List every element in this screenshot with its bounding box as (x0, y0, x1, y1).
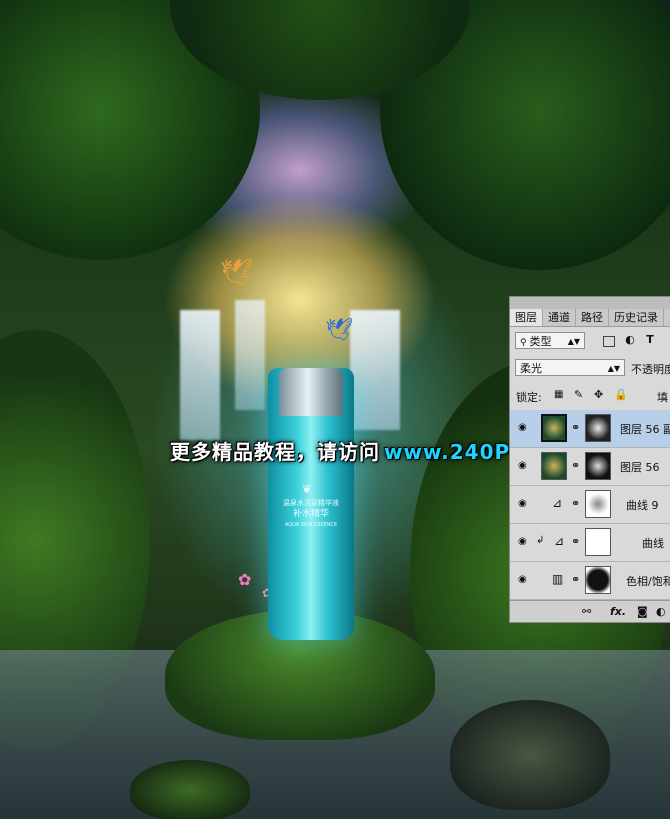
tab-channels[interactable]: 通道 (543, 309, 576, 326)
hue-saturation-adjustment-icon: ▥ (552, 572, 564, 586)
waterfall-left (180, 310, 220, 440)
layer-mask-thumbnail (585, 566, 611, 594)
layer-name[interactable]: 曲线 (642, 535, 664, 551)
bottle-label-line3: AQUA SKIN ESSENCE (284, 522, 338, 528)
parrot-bird: 🕊 (220, 258, 254, 288)
lock-transparent-icon[interactable]: ▦ (554, 389, 563, 400)
chevron-down-icon: ▲▼ (567, 337, 580, 346)
blend-mode-select[interactable]: 柔光 ▲▼ (515, 359, 625, 376)
bottle-label: 温泉水活泉精华液 补水精华 AQUA SKIN ESSENCE (270, 498, 352, 531)
butterfly-logo-icon: ❦ (302, 482, 313, 496)
layer-thumbnail (541, 452, 567, 480)
lock-label: 锁定: (516, 391, 542, 404)
curves-adjustment-icon: ⊿ (552, 496, 563, 510)
lock-move-icon[interactable]: ✥ (594, 388, 603, 401)
layer-name[interactable]: 曲线 9 (626, 497, 659, 513)
eye-icon[interactable]: ◉ (518, 536, 527, 547)
layer-row[interactable]: ◉ ⊿ ⚭ 曲线 9 (510, 486, 670, 524)
lotus-flower: ✿ (238, 570, 252, 589)
layer-name[interactable]: 图层 56 副本 (620, 421, 670, 437)
blend-mode-value: 柔光 (520, 362, 542, 375)
link-chain-icon[interactable]: ⚭ (571, 459, 580, 472)
chevron-down-icon: ▲▼ (607, 364, 620, 373)
panel-titlebar[interactable] (510, 297, 670, 309)
link-chain-icon[interactable]: ⚭ (571, 497, 580, 510)
eye-icon[interactable]: ◉ (518, 498, 527, 509)
adjustment-filter-icon[interactable]: ◐ (623, 333, 637, 347)
rock-left (130, 760, 250, 819)
bottle-label-line1: 温泉水活泉精华液 (283, 499, 339, 507)
blue-bird: 🕊 (325, 318, 353, 343)
image-filter-icon[interactable] (603, 336, 615, 347)
tab-paths[interactable]: 路径 (576, 309, 609, 326)
layer-row[interactable]: ◉ ⚭ 图层 56 (510, 448, 670, 486)
eye-icon[interactable]: ◉ (518, 422, 527, 433)
opacity-label: 不透明度 (631, 363, 670, 376)
panel-bottom-bar: ⚯ fx. ◙ ◐ (510, 600, 670, 622)
tab-layers[interactable]: 图层 (510, 309, 543, 326)
layer-row[interactable]: ◉ ⚭ 图层 56 副本 (510, 410, 670, 448)
clipping-arrow-icon: ↲ (536, 535, 545, 546)
bottle-label-line2: 补水精华 (292, 509, 329, 519)
link-chain-icon[interactable]: ⚭ (571, 535, 580, 548)
curves-adjustment-icon: ⊿ (554, 534, 565, 548)
layers-panel: 图层 通道 路径 历史记录 ⚲ 类型 ▲▼ ◐ T 柔光 ▲▼ 不透明度 锁定:… (509, 296, 670, 623)
eye-icon[interactable]: ◉ (518, 460, 527, 471)
layer-mask-thumbnail (585, 490, 611, 518)
layer-name[interactable]: 图层 56 (620, 459, 660, 475)
panel-tabs: 图层 通道 路径 历史记录 (510, 309, 670, 327)
watermark-text: 更多精品教程，请访问 (170, 440, 380, 464)
waterfall-center (235, 300, 265, 410)
rock-right (450, 700, 610, 810)
layer-mask-thumbnail (585, 528, 611, 556)
lock-paint-icon[interactable]: ✎ (574, 388, 583, 401)
layer-filter-select[interactable]: ⚲ 类型 ▲▼ (515, 332, 585, 349)
layer-filter-value: 类型 (529, 335, 552, 348)
adjustment-layer-icon[interactable]: ◐ (656, 605, 666, 618)
mask-icon[interactable]: ◙ (637, 605, 648, 618)
link-chain-icon[interactable]: ⚭ (571, 421, 580, 434)
layer-mask-thumbnail (585, 452, 611, 480)
text-filter-icon[interactable]: T (643, 333, 657, 347)
tab-history[interactable]: 历史记录 (609, 309, 664, 326)
lock-all-icon[interactable]: 🔒 (614, 388, 628, 401)
layer-name[interactable]: 色相/饱和 (626, 573, 670, 589)
waterfall-right (350, 310, 400, 430)
fx-icon[interactable]: fx. (610, 605, 626, 618)
link-chain-icon[interactable]: ⚭ (571, 573, 580, 586)
layer-row[interactable]: ◉ ▥ ⚭ 色相/饱和 (510, 562, 670, 600)
link-icon[interactable]: ⚯ (582, 605, 591, 618)
eye-icon[interactable]: ◉ (518, 574, 527, 585)
layer-mask-thumbnail (585, 414, 611, 442)
layer-row[interactable]: ◉ ↲ ⊿ ⚭ 曲线 (510, 524, 670, 562)
bottle-cap (279, 368, 343, 416)
layer-thumbnail (541, 414, 567, 442)
fill-label: 填 (657, 391, 668, 404)
